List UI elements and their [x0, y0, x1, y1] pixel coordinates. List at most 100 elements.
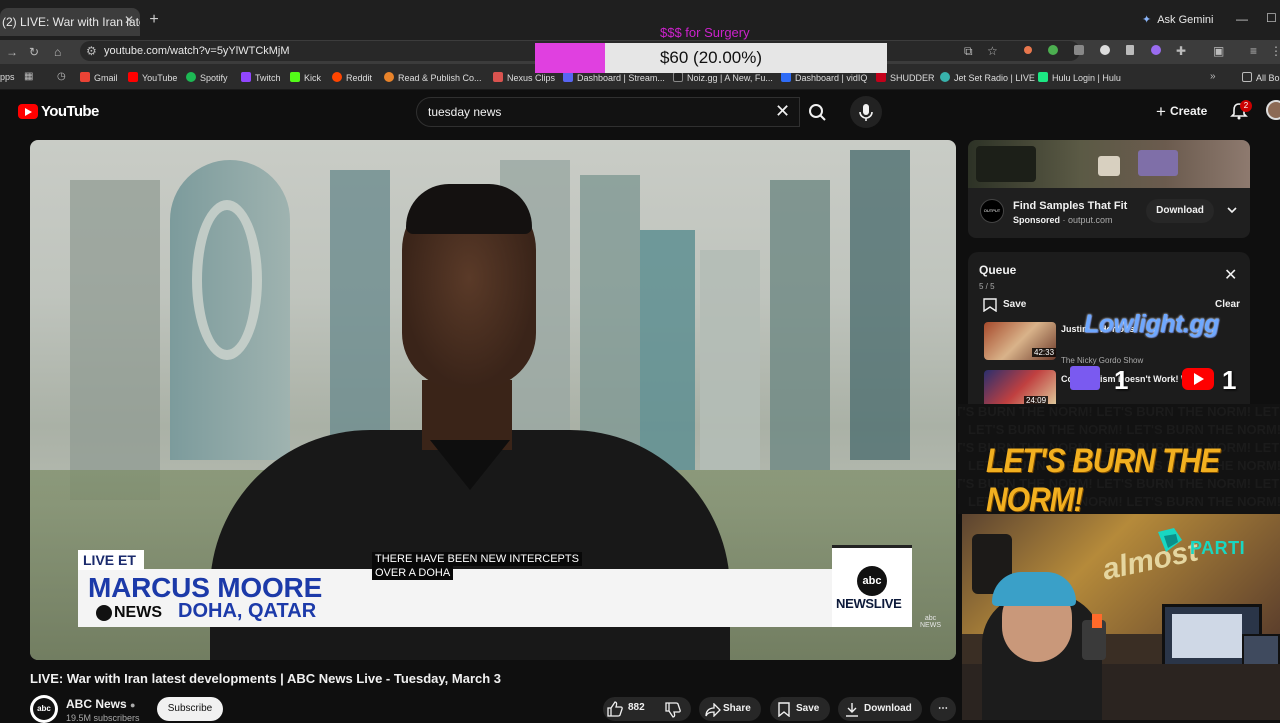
apps-grid-icon[interactable]: ▦ — [24, 71, 33, 82]
skyline-building — [850, 150, 910, 460]
minimize-icon[interactable]: — — [1236, 12, 1248, 26]
voice-search-button[interactable] — [850, 96, 882, 128]
bookmark-twitch[interactable]: Twitch — [241, 72, 281, 83]
extension-icon[interactable] — [1126, 45, 1134, 55]
bookmark-all-bookmarks[interactable]: All Bo — [1242, 72, 1280, 83]
live-et-tag: LIVE ET — [78, 550, 144, 570]
abc-news-watermark: abc NEWS — [920, 615, 941, 629]
extension-icon[interactable] — [1100, 45, 1110, 55]
extension-icon[interactable] — [1151, 45, 1161, 55]
bookmark-youtube[interactable]: YouTube — [128, 72, 177, 83]
bookmark-vidiq[interactable]: Dashboard | vidIQ — [781, 72, 867, 83]
history-icon[interactable]: ◷ — [57, 71, 66, 82]
like-button[interactable] — [606, 701, 624, 717]
bookmark-apps[interactable]: pps — [0, 72, 15, 82]
subscriber-count: 19.5M subscribers — [66, 713, 140, 723]
skyline-building — [640, 230, 695, 470]
queue-item-thumbnail[interactable]: 24:09 — [984, 370, 1056, 408]
bookmark-spotify[interactable]: Spotify — [186, 72, 228, 83]
ad-thumb-shape — [976, 146, 1036, 182]
account-avatar[interactable] — [1266, 100, 1280, 120]
create-button[interactable]: + Create — [1156, 102, 1207, 122]
queue-item-duration: 42:33 — [1032, 348, 1056, 357]
queue-item-thumbnail[interactable]: 42:33 — [984, 322, 1056, 360]
more-bookmarks-icon[interactable]: » — [1210, 71, 1216, 82]
clear-search-icon[interactable]: ✕ — [775, 102, 790, 120]
extension-icon[interactable] — [1074, 45, 1084, 55]
site-info-icon[interactable]: ⚙ — [86, 45, 97, 57]
twitch-icon — [241, 72, 251, 82]
caption-line-2: OVER A DOHA — [372, 566, 454, 580]
extension-icon[interactable] — [1048, 45, 1058, 55]
bookmark-kick[interactable]: Kick — [290, 72, 321, 83]
skyline-ring-building — [192, 200, 262, 360]
abc-logo-circle: abc — [857, 566, 887, 596]
search-button[interactable] — [800, 97, 836, 127]
bookmark-gmail[interactable]: Gmail — [80, 72, 118, 83]
gemini-star-icon: ✦ — [1142, 14, 1152, 26]
watermark-news: NEWS — [920, 622, 941, 629]
profile-icon[interactable]: ⋮ — [1270, 45, 1280, 57]
lowlight-overlay-logo: Lowlight.gg — [1084, 310, 1219, 338]
thumbs-up-icon — [607, 701, 623, 717]
install-icon[interactable]: ⧉ — [964, 45, 973, 57]
bookmark-dashboard-stream[interactable]: Dashboard | Stream... — [563, 72, 665, 83]
queue-title: Queue — [979, 263, 1017, 277]
queue-clear-button[interactable]: Clear — [1215, 299, 1240, 310]
skyline-building — [70, 180, 160, 500]
slogan-background-pattern: LET'S BURN THE NORM! LET'S BURN THE NORM… — [958, 404, 1280, 419]
queue-item-channel[interactable]: The Nicky Gordo Show — [1061, 356, 1143, 365]
ad-sponsored-line: Sponsored · output.com — [1013, 215, 1113, 225]
search-input[interactable]: tuesday news — [428, 105, 501, 119]
bookmark-hulu[interactable]: Hulu Login | Hulu — [1038, 72, 1121, 83]
bookmark-reddit[interactable]: Reddit — [332, 72, 372, 83]
more-actions-icon[interactable]: ⋯ — [930, 697, 956, 721]
tab-close-icon[interactable]: ✕ — [122, 13, 136, 27]
youtube-logo-text[interactable]: YouTube — [41, 103, 99, 120]
microphone-icon — [859, 104, 873, 121]
extension-icon[interactable] — [1024, 46, 1032, 54]
like-count: 882 — [628, 702, 645, 713]
menu-icon[interactable]: ≡ — [1250, 45, 1257, 57]
extensions-puzzle-icon[interactable]: ✚ — [1176, 45, 1186, 57]
browser-tab-bar — [0, 0, 1280, 40]
ad-thumbnail[interactable] — [968, 140, 1250, 188]
queue-close-icon[interactable]: ✕ — [1224, 268, 1237, 284]
slogan-text: LET'S BURN THE NORM! — [986, 442, 1220, 520]
bookmark-shudder[interactable]: SHUDDER — [876, 72, 935, 83]
sponsored-label: Sponsored — [1013, 215, 1061, 225]
subscribe-button[interactable]: Subscribe — [157, 697, 223, 721]
sidepanel-icon[interactable]: ▣ — [1213, 45, 1224, 57]
forward-icon[interactable]: → — [6, 46, 18, 58]
reload-icon[interactable]: ↻ — [29, 46, 39, 58]
abc-channel-logo[interactable]: abc — [33, 698, 55, 720]
skyline-building — [580, 175, 640, 465]
plus-icon: + — [1156, 102, 1166, 121]
bookmark-jet-set-radio[interactable]: Jet Set Radio | LIVE — [940, 72, 1035, 83]
chevron-down-icon[interactable] — [1226, 204, 1238, 216]
dislike-button[interactable] — [664, 702, 682, 718]
create-label: Create — [1169, 104, 1208, 118]
new-tab-button[interactable]: + — [146, 12, 162, 28]
bookmark-star-icon[interactable]: ☆ — [987, 45, 998, 57]
bookmark-nexus-clips[interactable]: Nexus Clips — [493, 72, 555, 83]
ad-title[interactable]: Find Samples That Fit — [1013, 200, 1127, 212]
playlist-save-icon[interactable] — [983, 298, 997, 312]
ad-domain: · output.com — [1062, 215, 1113, 225]
maximize-icon[interactable]: ☐ — [1266, 11, 1277, 25]
ad-download-button[interactable]: Download — [1146, 199, 1214, 223]
youtube-viewer-count: 1 — [1222, 365, 1237, 395]
skyline-building — [770, 180, 830, 470]
queue-count: 5 / 5 — [979, 282, 995, 291]
channel-name[interactable]: ABC News ● — [66, 697, 135, 711]
ad-advertiser-logo[interactable]: OUTPUT — [980, 199, 1004, 223]
ad-thumb-object — [1098, 156, 1120, 176]
bookmark-noiz[interactable]: Noiz.gg | A New, Fu... — [673, 72, 773, 83]
queue-save-button[interactable]: Save — [1003, 299, 1026, 310]
search-icon — [809, 104, 826, 121]
bookmark-read-publish[interactable]: Read & Publish Co... — [384, 72, 482, 83]
home-icon[interactable]: ⌂ — [54, 46, 61, 58]
url-text[interactable]: youtube.com/watch?v=5yYlWTCkMjM — [104, 45, 290, 57]
ask-gemini-button[interactable]: ✦ Ask Gemini — [1142, 13, 1213, 26]
browser-tab[interactable]: (2) LIVE: War with Iran latest dev — [0, 8, 140, 36]
